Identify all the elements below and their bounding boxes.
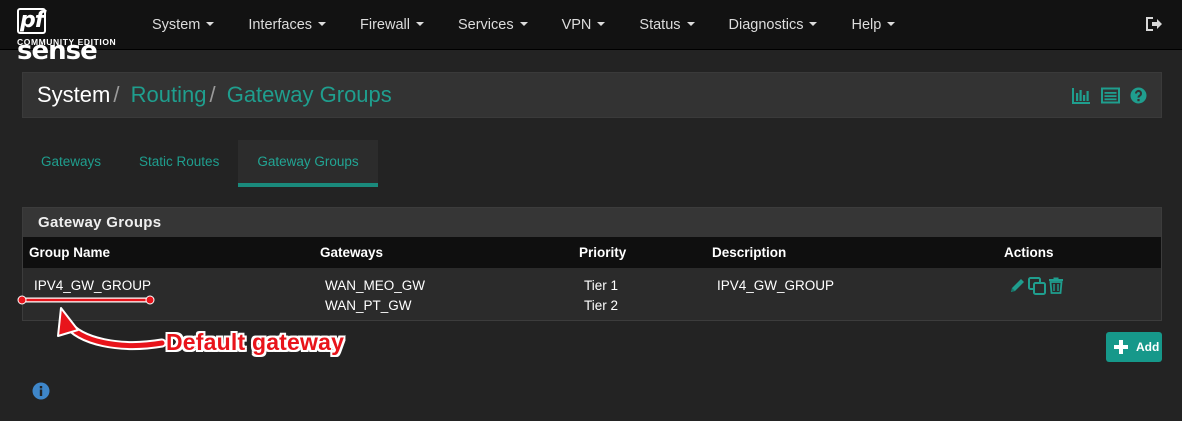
add-button[interactable]: Add [1106,332,1162,362]
info-icon[interactable] [32,382,50,400]
copy-icon[interactable] [1028,277,1046,295]
tab-gateways[interactable]: Gateways [22,140,120,187]
breadcrumb-gateway-groups[interactable]: Gateway Groups [227,82,392,107]
caret-down-icon [519,22,528,26]
tab-bar: Gateways Static Routes Gateway Groups [22,140,378,187]
page-title: System / Routing / Gateway Groups [37,82,392,108]
breadcrumb-routing[interactable]: Routing [131,82,207,107]
column-group-name: Group Name [29,245,111,260]
row-actions [1009,277,1064,295]
panel-title: Gateway Groups [23,208,1161,237]
logo-wordmark: pfsense [17,8,98,66]
column-description: Description [712,245,787,260]
caret-down-icon [597,22,606,26]
table-header: Group Name Gateways Priority Description… [23,237,1161,268]
menu-diagnostics[interactable]: Diagnostics [712,0,835,50]
help-icon[interactable] [1130,87,1147,104]
menu-system[interactable]: System [135,0,231,50]
group-name-cell: IPV4_GW_GROUP [34,278,152,293]
caret-down-icon [887,22,896,26]
column-priority: Priority [579,245,627,260]
column-actions: Actions [1004,245,1054,260]
main-menu: System Interfaces Firewall Services VPN … [135,0,912,50]
menu-help[interactable]: Help [834,0,912,50]
tab-static-routes[interactable]: Static Routes [120,140,238,187]
add-button-label: Add [1136,340,1160,354]
caret-down-icon [686,22,695,26]
caret-down-icon [318,22,327,26]
priority-cell: Tier 2 [584,298,619,313]
breadcrumb-separator: / [113,82,120,107]
top-navbar: pfsense COMMUNITY EDITION System Interfa… [0,0,1182,66]
gateway-cell: WAN_PT_GW [325,298,412,313]
pfsense-logo[interactable]: pfsense COMMUNITY EDITION [17,6,127,66]
logo-edition: COMMUNITY EDITION [17,37,117,47]
caret-down-icon [415,22,424,26]
menu-interfaces[interactable]: Interfaces [231,0,343,50]
delete-icon[interactable] [1048,277,1064,294]
logout-icon[interactable] [1144,15,1162,33]
breadcrumb-separator: / [209,82,216,107]
gateway-cell: WAN_MEO_GW [325,278,426,293]
caret-down-icon [206,22,215,26]
breadcrumb-root: System [37,82,111,107]
description-cell: IPV4_GW_GROUP [717,278,835,293]
edit-icon[interactable] [1009,277,1026,294]
tab-gateway-groups[interactable]: Gateway Groups [238,140,378,187]
menu-firewall[interactable]: Firewall [343,0,441,50]
column-gateways: Gateways [320,245,384,260]
list-icon[interactable] [1101,87,1120,104]
bar-chart-icon[interactable] [1072,87,1091,104]
table-row: IPV4_GW_GROUP WAN_MEO_GW WAN_PT_GW Tier … [23,268,1161,320]
gateway-groups-panel: Gateway Groups Group Name Gateways Prior… [22,207,1162,321]
annotation-label: Default gateway [166,329,345,355]
menu-vpn[interactable]: VPN [545,0,623,50]
caret-down-icon [809,22,818,26]
breadcrumb-icons [1072,87,1147,104]
plus-icon [1114,340,1128,354]
menu-services[interactable]: Services [441,0,545,50]
breadcrumb: System / Routing / Gateway Groups [22,72,1162,118]
menu-status[interactable]: Status [622,0,711,50]
priority-cell: Tier 1 [584,278,619,293]
